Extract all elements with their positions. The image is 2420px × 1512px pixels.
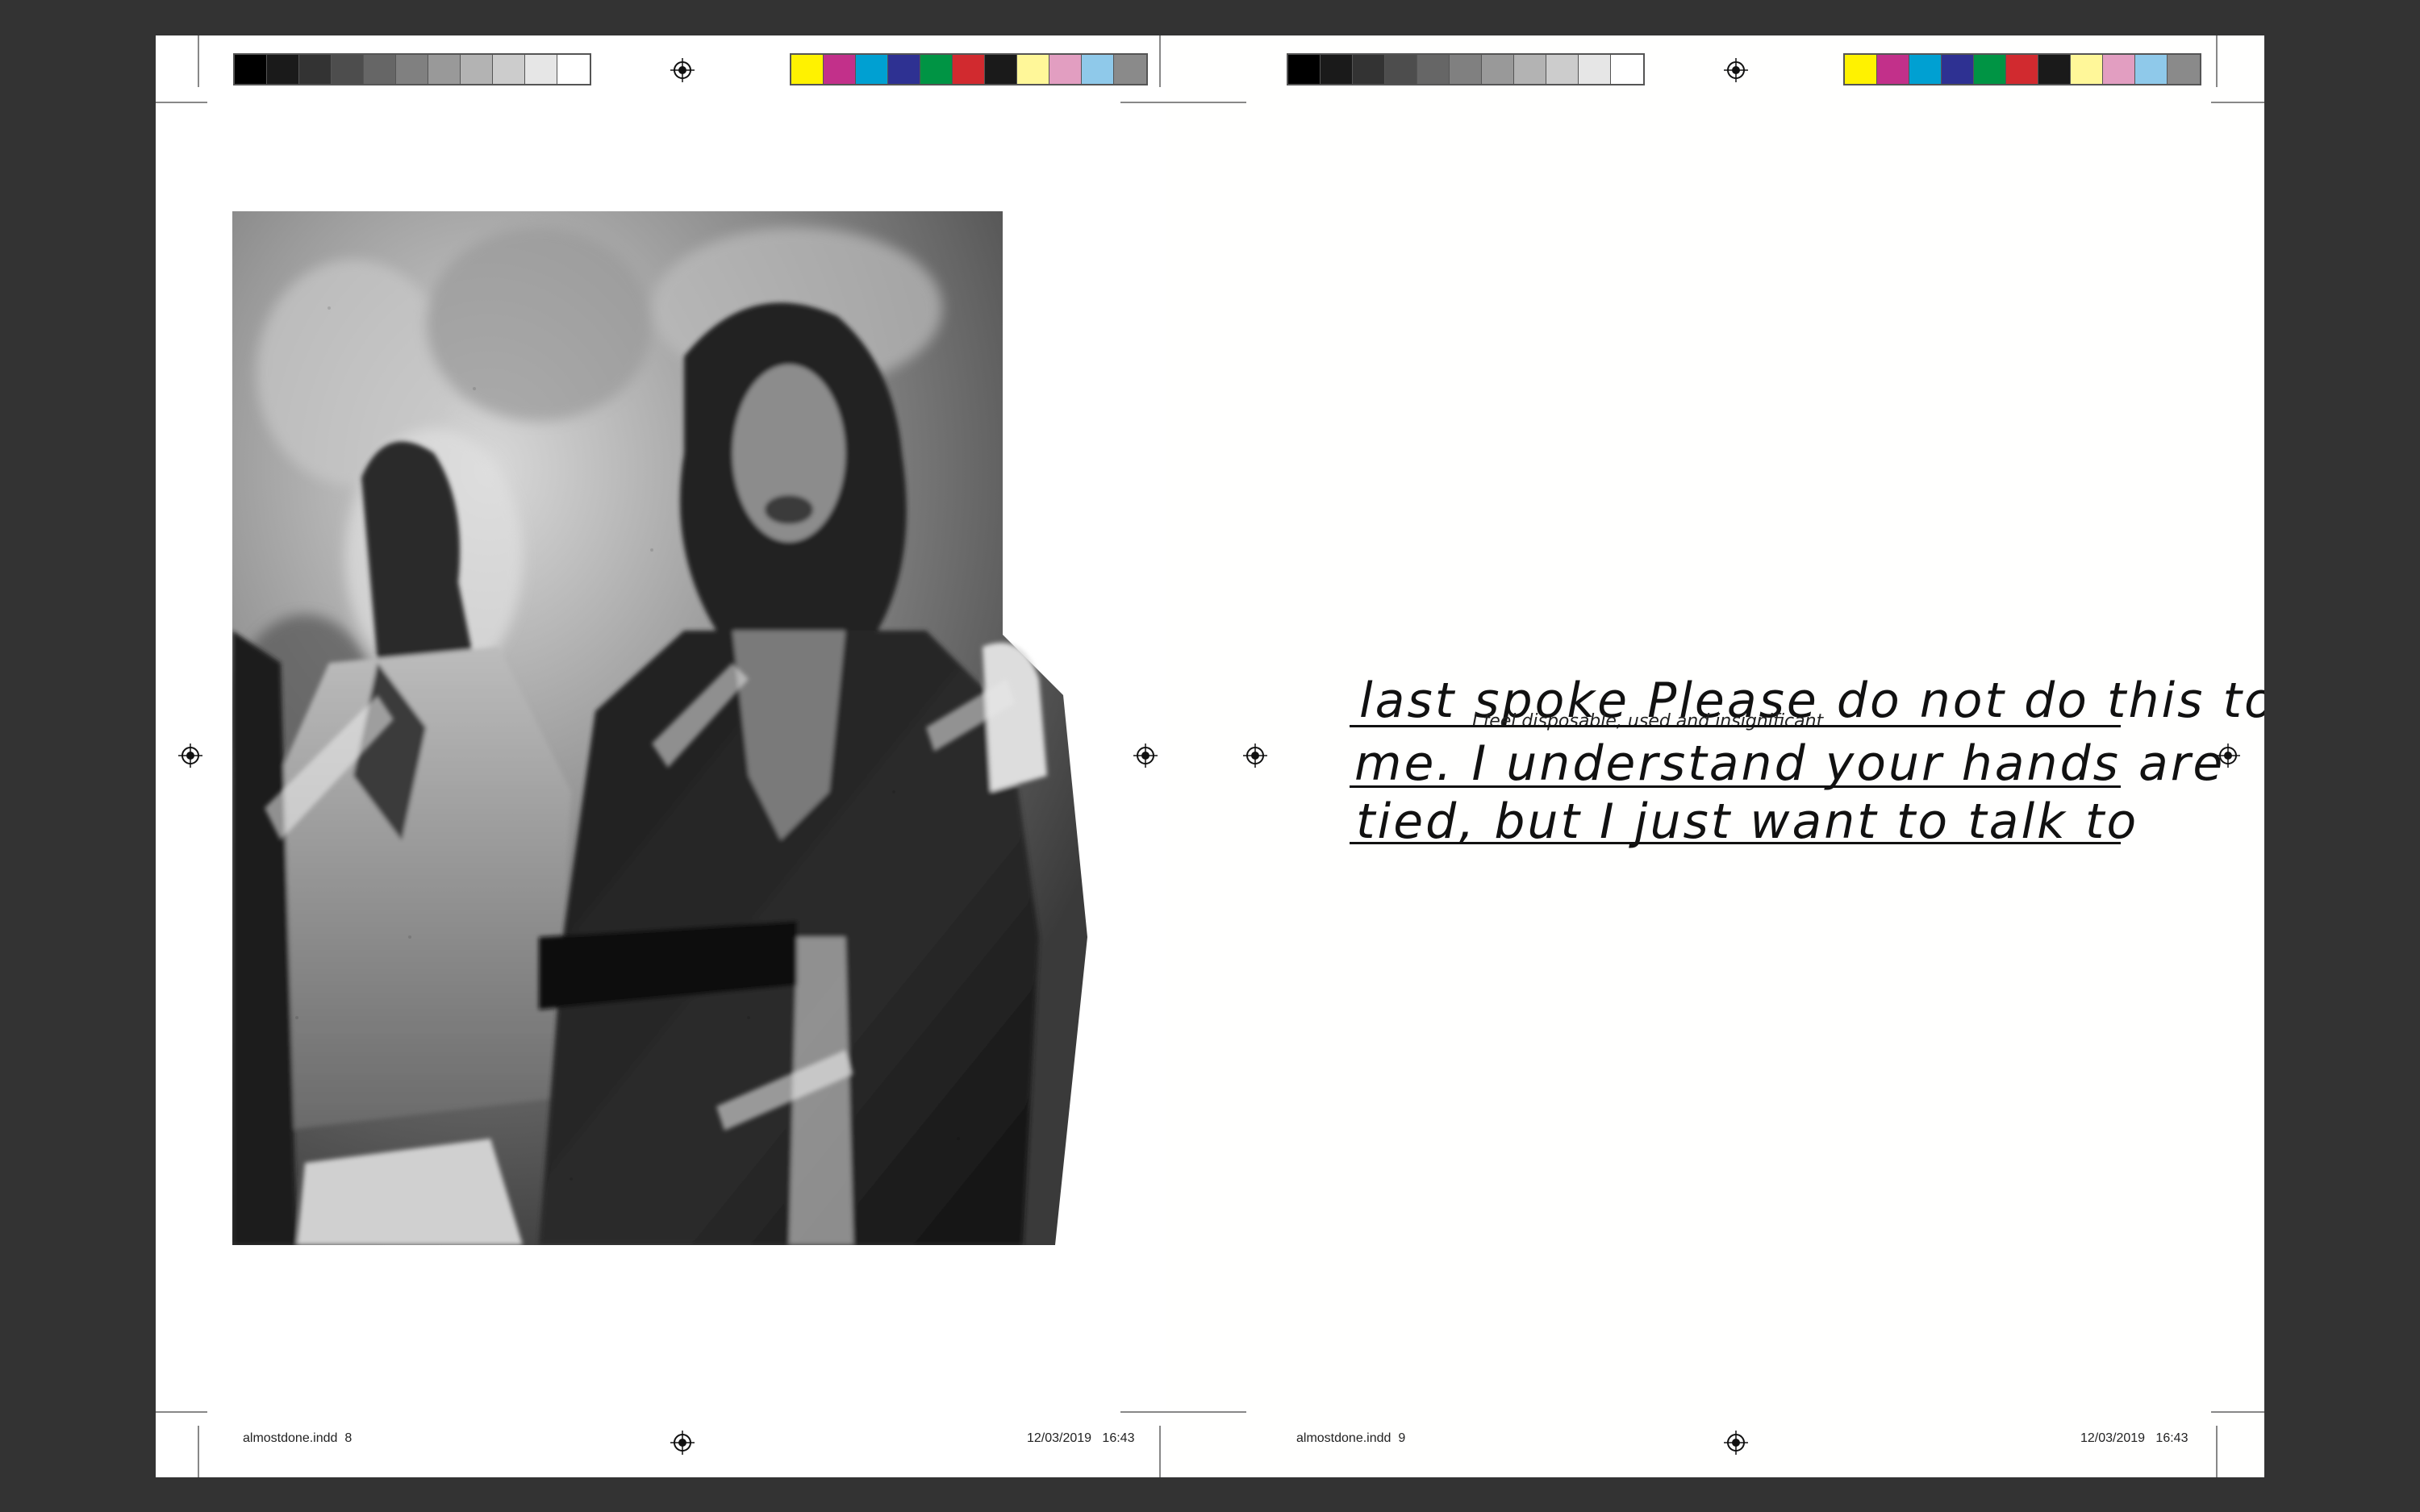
slug-time: 16:43 [1102,1431,1135,1445]
slug-page-number: 9 [1398,1431,1406,1445]
color-swatch [428,55,461,84]
crop-mark [1166,102,1246,103]
color-swatch [1017,55,1049,84]
color-swatch [953,55,985,84]
color-swatch [1450,55,1482,84]
crop-mark [156,1411,207,1413]
color-swatch [920,55,953,84]
grayscale-color-bar [233,53,591,85]
color-swatch [525,55,557,84]
process-color-bar [790,53,1148,85]
color-swatch [2038,55,2071,84]
color-swatch [557,55,590,84]
crop-mark [1120,102,1166,103]
color-swatch [1049,55,1082,84]
color-swatch [1974,55,2006,84]
color-swatch [1417,55,1450,84]
color-swatch [1845,55,1877,84]
color-swatch [461,55,493,84]
slug-filename: almostdone.indd [243,1431,338,1445]
color-swatch [791,55,824,84]
color-swatch [1942,55,1974,84]
color-swatch [1321,55,1353,84]
slug-filename: almostdone.indd [1296,1431,1392,1445]
handwritten-line-2: me. I understand your hands are [1354,735,2226,792]
color-swatch [299,55,332,84]
crop-mark [1159,35,1161,87]
slug-timestamp-left: 12/03/2019 16:43 [1027,1431,1134,1446]
color-swatch [1385,55,1417,84]
color-swatch [396,55,428,84]
crop-mark [2211,102,2264,103]
slug-date: 12/03/2019 [2080,1431,2146,1445]
crop-mark [156,102,207,103]
color-swatch [364,55,396,84]
right-page: last spoke Please do not do this to I fe… [1166,35,2264,1477]
writing-rule [1350,725,2121,727]
crop-mark [1166,1411,1246,1413]
color-swatch [1877,55,1909,84]
registration-mark-icon [1724,1431,1748,1455]
left-page: almostdone.indd 8 12/03/2019 16:43 [156,35,1166,1477]
color-swatch [888,55,920,84]
crop-mark [2211,1411,2264,1413]
color-swatch [1909,55,1942,84]
slug-page-number: 8 [344,1431,353,1445]
color-swatch [1579,55,1611,84]
slug-date: 12/03/2019 [1027,1431,1092,1445]
color-swatch [493,55,525,84]
photo-collage [232,211,1087,1245]
color-swatch [2135,55,2168,84]
crop-mark [1159,1426,1161,1477]
process-color-bar [1843,53,2201,85]
color-swatch [2071,55,2103,84]
writing-rule [1350,842,2121,844]
color-swatch [1114,55,1146,84]
registration-mark-icon [670,58,695,82]
color-swatch [1288,55,1321,84]
slug-time: 16:43 [2155,1431,2188,1445]
color-swatch [332,55,364,84]
slug-timestamp-right: 12/03/2019 16:43 [2080,1431,2188,1446]
color-swatch [2168,55,2200,84]
slug-line-right: almostdone.indd 9 [1296,1431,1405,1446]
slug-line-left: almostdone.indd 8 [243,1431,352,1446]
color-swatch [1482,55,1514,84]
crop-mark [198,35,199,87]
registration-mark-icon [1133,744,1158,768]
color-swatch [2006,55,2038,84]
color-swatch [2103,55,2135,84]
registration-mark-icon [1243,744,1267,768]
registration-mark-icon [670,1431,695,1455]
handwritten-insertion: I feel disposable, used and insignifican… [1472,711,1824,731]
color-swatch [1546,55,1579,84]
color-swatch [1082,55,1114,84]
color-swatch [856,55,888,84]
grayscale-color-bar [1287,53,1645,85]
crop-mark [198,1426,199,1477]
color-swatch [235,55,267,84]
crop-mark [1120,1411,1166,1413]
color-swatch [1353,55,1385,84]
crop-mark [2216,35,2218,87]
color-swatch [985,55,1017,84]
color-swatch [1611,55,1643,84]
crop-mark [2216,1426,2218,1477]
color-swatch [267,55,299,84]
registration-mark-icon [1724,58,1748,82]
color-swatch [1514,55,1546,84]
color-swatch [824,55,856,84]
registration-mark-icon [178,744,202,768]
writing-rule [1350,785,2121,788]
